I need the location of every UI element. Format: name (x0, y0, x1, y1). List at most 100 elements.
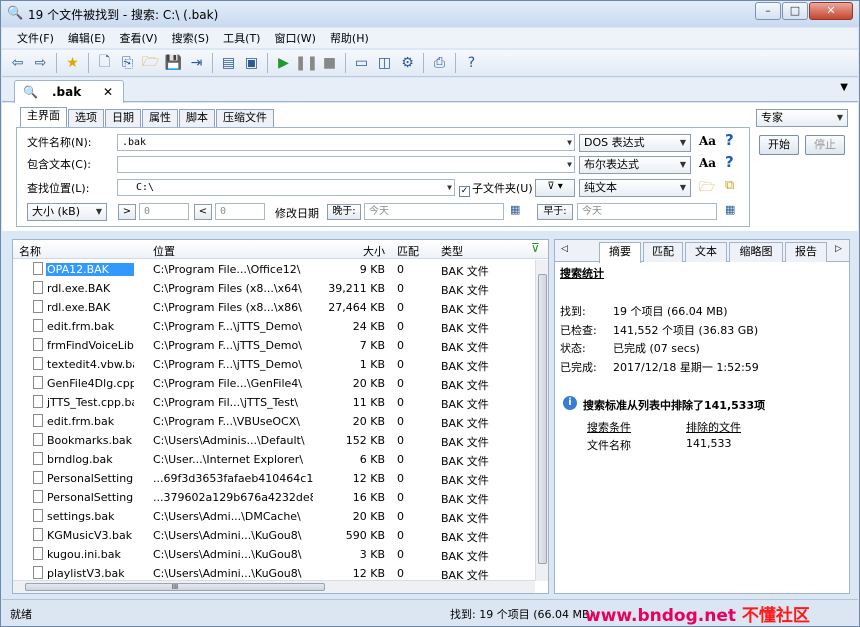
col-location[interactable]: 位置 (153, 243, 175, 259)
table-row[interactable]: rdl.exe.BAK C:\Program Files (x8...\x86\ 2… (13, 298, 535, 317)
case-icon[interactable]: Aa (699, 134, 716, 148)
favorite-icon[interactable]: ★ (62, 53, 83, 74)
tabs-right-icon[interactable]: ▷ (835, 244, 842, 254)
table-row[interactable]: KGMusicV3.bak C:\Users\Admini...\KuGou8\ 5… (13, 526, 535, 545)
close-tab-icon[interactable]: ✕ (103, 85, 113, 99)
col-size[interactable]: 大小 (363, 243, 385, 259)
start-icon[interactable]: ▶ (273, 53, 294, 74)
forward-icon[interactable]: ⇨ (30, 53, 51, 74)
menu-search[interactable]: 搜索(S) (172, 30, 210, 46)
subfolder-checkbox[interactable]: ✓ 子文件夹(U) (459, 180, 533, 197)
options-icon[interactable]: ⚙ (397, 53, 418, 74)
tab-attributes[interactable]: 属性 (142, 109, 178, 127)
table-row[interactable]: kugou.ini.bak C:\Users\Admini...\KuGou8\ 3… (13, 545, 535, 564)
print-icon[interactable]: ⎙ (429, 53, 450, 74)
earlier-button[interactable]: 早于: (537, 204, 573, 220)
table-row[interactable]: jTTS_Test.cpp.bak C:\Program Fil...\jTTS_… (13, 393, 535, 412)
filter-icon[interactable]: ⊽ ▾ (535, 179, 575, 197)
copy-icon[interactable]: ⎘ (117, 53, 138, 74)
horizontal-scrollbar[interactable]: III (13, 580, 535, 593)
maximize-button[interactable]: □ (782, 2, 808, 20)
window-icon[interactable]: ▭ (351, 53, 372, 74)
minimize-button[interactable]: – (755, 2, 781, 20)
column-filter-icon[interactable]: ⊽ (531, 241, 540, 255)
menu-window[interactable]: 窗口(W) (274, 30, 315, 46)
menu-edit[interactable]: 编辑(E) (68, 30, 106, 46)
size-lt-button[interactable]: < (194, 204, 212, 220)
tab-matches[interactable]: 匹配 (643, 242, 683, 262)
multi-folder-icon[interactable]: ⧉ (725, 178, 734, 193)
size-gt-input[interactable]: 0 (139, 203, 189, 220)
file-size: 27,464 KB (328, 301, 385, 314)
table-row[interactable]: Bookmarks.bak C:\Users\Adminis...\Default… (13, 431, 535, 450)
tab-thumbnails[interactable]: 缩略图 (729, 242, 783, 262)
later-calendar-icon[interactable]: ▦ (510, 203, 520, 216)
earlier-input[interactable]: 今天 (577, 203, 717, 220)
table-row[interactable]: textedit4.vbw.bak C:\Program F...\jTTS_De… (13, 355, 535, 374)
tab-date[interactable]: 日期 (105, 109, 141, 127)
size-select[interactable]: 大小 (kB) ▼ (27, 203, 107, 221)
save-icon[interactable]: 💾 (163, 53, 184, 74)
tab-options[interactable]: 选项 (68, 109, 104, 127)
tabs-left-icon[interactable]: ◁ (561, 244, 568, 254)
pause-icon[interactable]: ❚❚ (295, 53, 318, 74)
stop-icon[interactable]: ■ (319, 53, 340, 74)
filename-mode-select[interactable]: DOS 表达式 ▼ (579, 134, 691, 152)
table-row[interactable]: edit.frm.bak C:\Program F...\jTTS_Demo\ 24… (13, 317, 535, 336)
menu-tools[interactable]: 工具(T) (223, 30, 260, 46)
table-row[interactable]: PersonalSetting.x... ...379602a129b676a42… (13, 488, 535, 507)
earlier-calendar-icon[interactable]: ▦ (725, 203, 735, 216)
later-button[interactable]: 晚于: (327, 204, 361, 220)
table-row[interactable]: rdl.exe.BAK C:\Program Files (x8...\x64\ 3… (13, 279, 535, 298)
menu-file[interactable]: 文件(F) (17, 30, 54, 46)
size-gt-button[interactable]: > (118, 204, 136, 220)
tab-script[interactable]: 脚本 (179, 109, 215, 127)
table-row[interactable]: PersonalSetting.x... ...69f3d3653fafaeb41… (13, 469, 535, 488)
tab-archive[interactable]: 压缩文件 (216, 109, 274, 127)
table-row[interactable]: settings.bak C:\Users\Admi...\DMCache\ 20 … (13, 507, 535, 526)
file-name: kugou.ini.bak (47, 548, 121, 561)
mode-select[interactable]: 专家 ▼ (756, 109, 848, 127)
vertical-scrollbar[interactable] (535, 260, 548, 581)
open-icon[interactable]: 🗁 (140, 53, 161, 74)
preview-icon[interactable]: ▣ (241, 53, 262, 74)
back-icon[interactable]: ⇦ (7, 53, 28, 74)
table-row[interactable]: edit.frm.bak C:\Program F...\VBUseOCX\ 20 … (13, 412, 535, 431)
tab-main[interactable]: 主界面 (20, 107, 67, 127)
new-icon[interactable]: 🗋 (94, 53, 115, 74)
start-button[interactable]: 开始 (759, 135, 799, 155)
col-name[interactable]: 名称 (19, 243, 41, 259)
content-help-icon[interactable]: ? (725, 153, 734, 171)
location-input[interactable]: C:\ ▼ (117, 179, 455, 196)
tab-summary[interactable]: 摘要 (599, 242, 641, 263)
content-input[interactable]: ▼ (117, 156, 575, 173)
menu-view[interactable]: 查看(V) (119, 30, 157, 46)
menu-help[interactable]: 帮助(H) (330, 30, 369, 46)
tab-text[interactable]: 文本 (685, 242, 727, 262)
table-row[interactable]: frmFindVoiceLib.f... C:\Program F...\jTTS… (13, 336, 535, 355)
table-row[interactable]: GenFile4Dlg.cpp.... C:\Program File...\Ge… (13, 374, 535, 393)
later-input[interactable]: 今天 (364, 203, 504, 220)
close-button[interactable]: ✕ (809, 2, 853, 20)
tab-report[interactable]: 报告 (785, 242, 827, 262)
stop-button[interactable]: 停止 (805, 135, 845, 155)
content-case-icon[interactable]: Aa (699, 156, 716, 170)
content-mode-select[interactable]: 布尔表达式 ▼ (579, 156, 691, 174)
col-match[interactable]: 匹配 (397, 243, 419, 259)
size-lt-input[interactable]: 0 (215, 203, 265, 220)
text-mode-select[interactable]: 纯文本 ▼ (579, 179, 691, 197)
help-icon[interactable]: ? (725, 131, 734, 149)
checked-label: 已检查: (560, 324, 597, 337)
properties-icon[interactable]: ▤ (218, 53, 239, 74)
tab-list-icon[interactable]: ▼ (840, 82, 848, 93)
export-icon[interactable]: ⇥ (186, 53, 207, 74)
layout-icon[interactable]: ◫ (374, 53, 395, 74)
search-tab[interactable]: 🔍 .bak ✕ (14, 80, 124, 103)
table-row[interactable]: brndlog.bak C:\User...\Internet Explorer\… (13, 450, 535, 469)
browse-folder-icon[interactable]: 🗁 (699, 178, 715, 200)
col-type[interactable]: 类型 (441, 243, 463, 259)
status-ready: 就绪 (10, 608, 32, 621)
help-book-icon[interactable]: ? (461, 53, 482, 74)
filename-input[interactable]: .bak ▼ (117, 134, 575, 151)
table-row[interactable]: OPA12.BAK C:\Program File...\Office12\ 9 K… (13, 260, 535, 279)
